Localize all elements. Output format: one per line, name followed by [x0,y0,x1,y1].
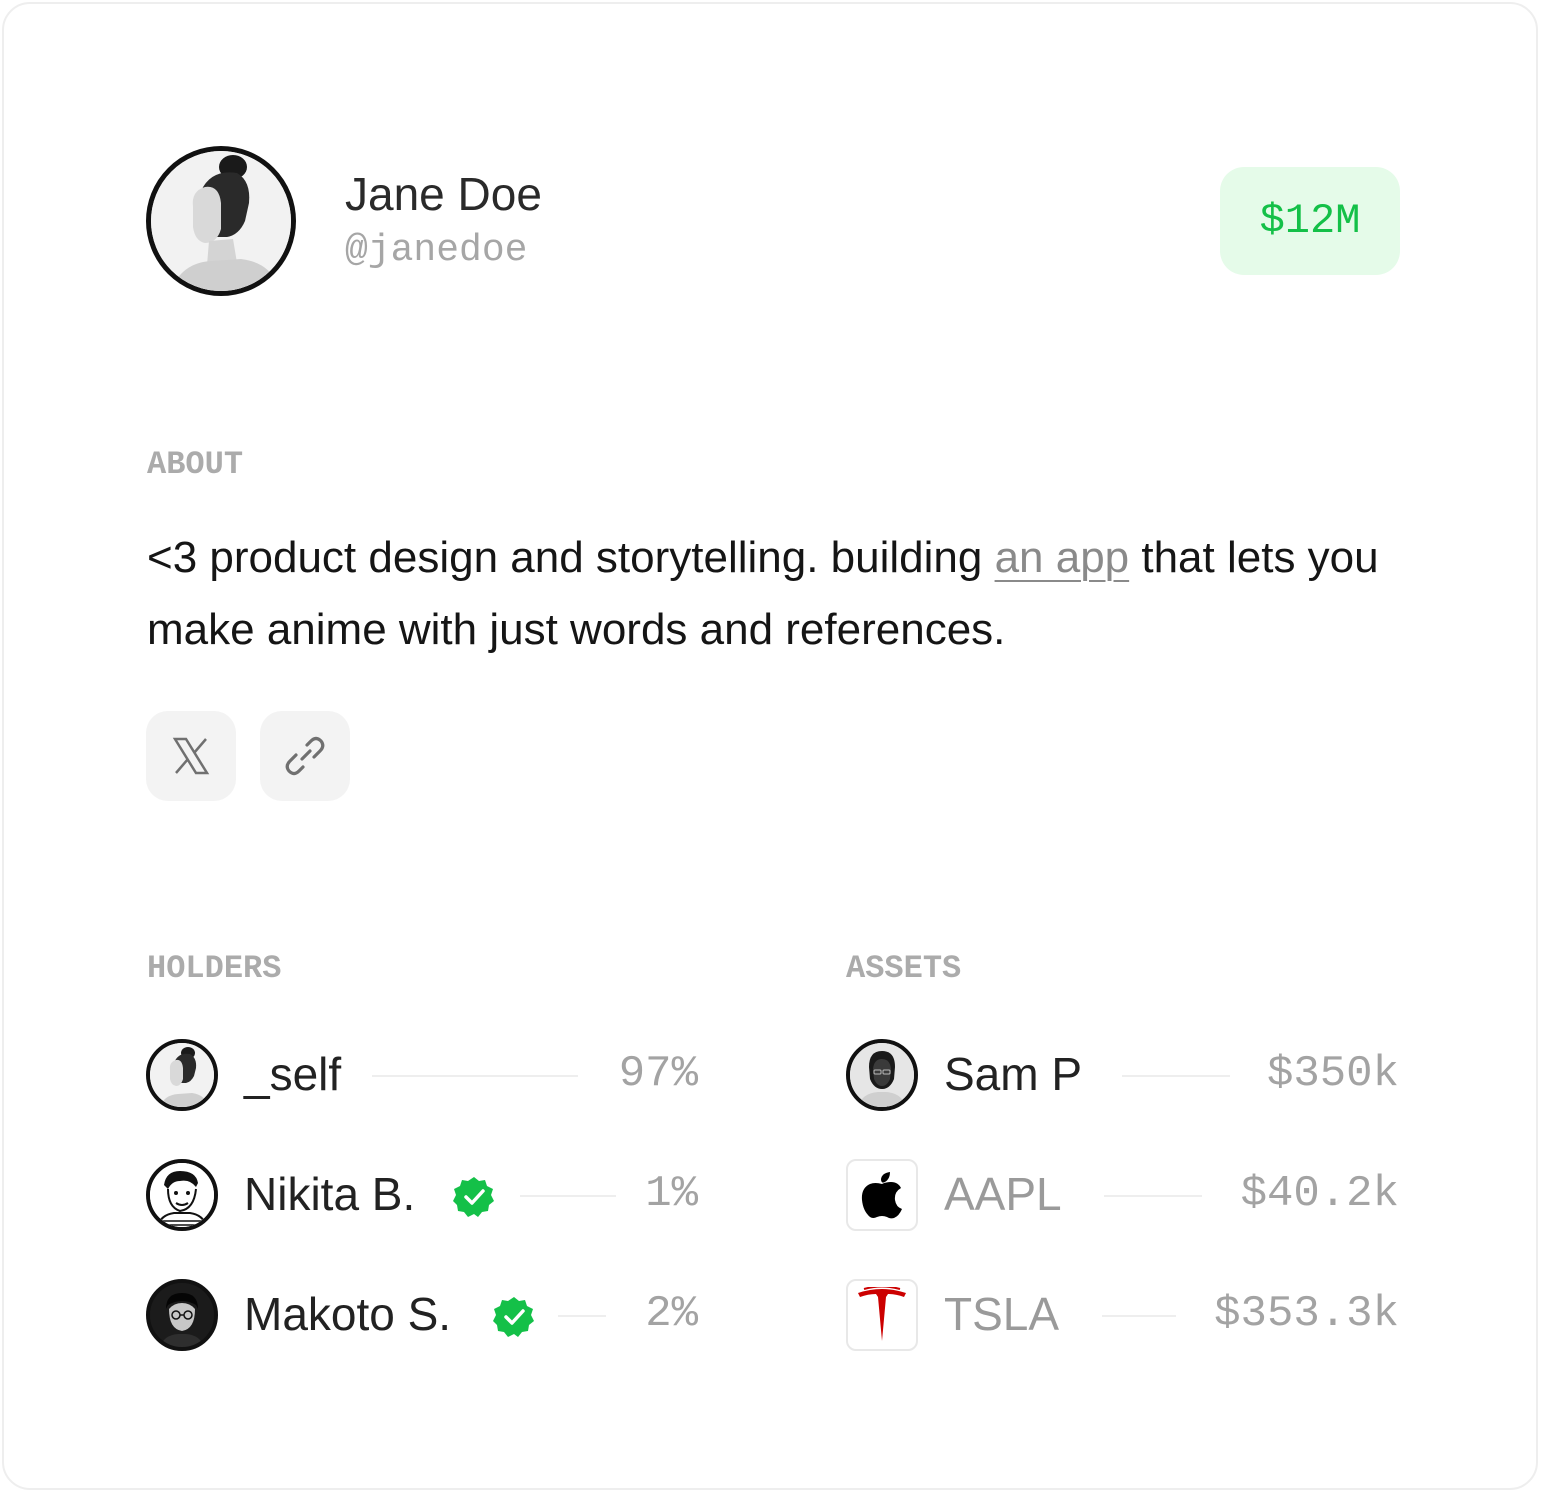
profile-avatar-image [151,151,291,291]
asset-value: $353.3k [1214,1289,1399,1339]
holder-divider [372,1075,578,1077]
asset-logo-tile [846,1279,918,1351]
asset-name: TSLA [944,1288,1060,1340]
holder-avatar [146,1159,218,1231]
value-badge: $12M [1220,167,1400,275]
apple-logo-icon [861,1172,902,1219]
about-text-before: <3 product design and storytelling. buil… [147,533,995,582]
asset-name: Sam P [944,1048,1083,1100]
verified-badge-icon [453,1177,494,1217]
asset-divider [1122,1075,1230,1077]
verified-badge-icon [493,1297,534,1337]
asset-value: $350k [1266,1049,1399,1099]
asset-avatar [846,1039,918,1111]
asset-row[interactable]: AAPL $40.2k [846,1159,1399,1233]
holder-share: 2% [645,1289,698,1339]
holder-divider [558,1315,606,1317]
x-logo-icon [172,737,210,775]
profile-handle: @janedoe [345,229,528,272]
holder-share: 97% [618,1049,698,1099]
profile-avatar[interactable] [146,146,296,296]
holder-row[interactable]: Makoto S. 2% [146,1279,698,1353]
asset-divider [1104,1195,1202,1197]
about-text: <3 product design and storytelling. buil… [147,522,1397,666]
holder-name: Makoto S. [244,1288,452,1340]
asset-row[interactable]: Sam P $350k [846,1039,1399,1113]
asset-value: $40.2k [1240,1169,1399,1219]
x-profile-button[interactable] [146,711,236,801]
tesla-logo-icon [858,1287,906,1341]
holder-share: 1% [645,1169,698,1219]
holder-row[interactable]: _self 97% [146,1039,698,1113]
asset-row[interactable]: TSLA $353.3k [846,1279,1399,1353]
website-link-button[interactable] [260,711,350,801]
holder-row[interactable]: Nikita B. 1% [146,1159,698,1233]
link-icon [285,736,325,776]
profile-name: Jane Doe [345,168,542,220]
asset-logo-tile [846,1159,918,1231]
holder-name: Nikita B. [244,1168,416,1220]
holders-label: HOLDERS [147,950,282,987]
holder-divider [520,1195,616,1197]
holder-avatar [146,1039,218,1111]
about-label: ABOUT [147,446,244,483]
asset-divider [1102,1315,1176,1317]
assets-label: ASSETS [846,950,962,987]
holder-name: _self [244,1048,342,1100]
asset-name: AAPL [944,1168,1062,1220]
profile-card: Jane Doe @janedoe $12M ABOUT <3 product … [2,2,1538,1490]
app-link[interactable]: an app [995,533,1130,582]
holder-avatar [146,1279,218,1351]
